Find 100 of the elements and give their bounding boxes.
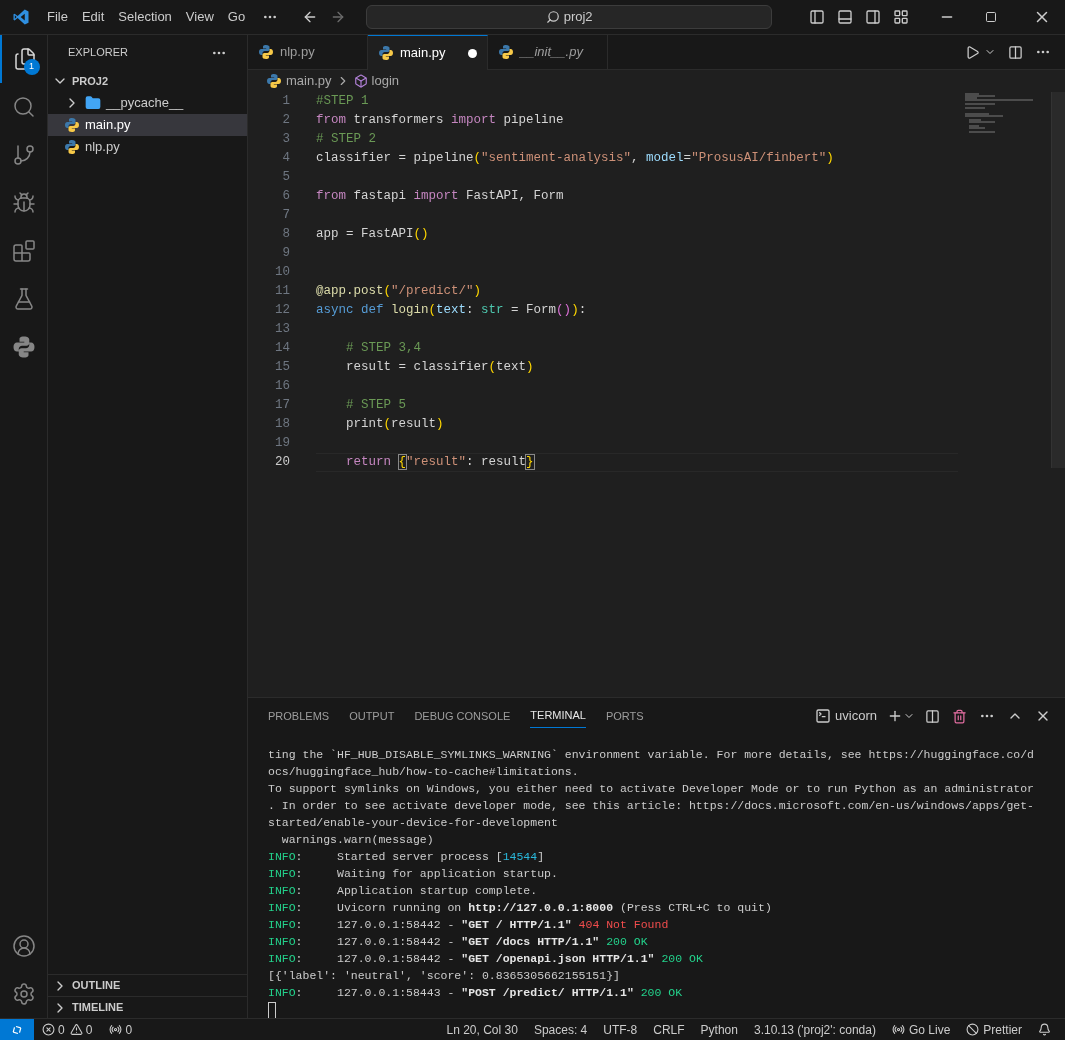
menu-item[interactable]: Go — [220, 5, 253, 29]
terminal-icon — [815, 708, 832, 724]
menu-item[interactable]: File — [40, 5, 75, 29]
code-line: from transformers import pipeline — [316, 112, 564, 130]
terminal-line: INFO: 127.0.0.1:58442 - "GET / HTTP/1.1" 404 Not Found — [268, 917, 670, 933]
panel-tab[interactable]: PORTS — [605, 704, 644, 728]
terminal-line: INFO: Application startup complete. — [268, 883, 539, 899]
account-icon[interactable] — [11, 934, 36, 958]
status-item[interactable]: Python — [700, 1020, 738, 1039]
terminal-line: ting the `HF_HUB_DISABLE_SYMLINKS_WARNING` environment variable. For more details, see https://huggingface.co/d — [268, 747, 1036, 763]
sidebar-title: EXPLORER — [68, 45, 128, 61]
maximize-icon[interactable] — [985, 11, 997, 23]
line-number: 1 — [281, 93, 290, 111]
menu-item[interactable]: View — [178, 5, 221, 29]
source-control-icon — [11, 143, 36, 167]
line-number: 11 — [274, 283, 290, 301]
project-header[interactable]: PROJ2 — [48, 70, 247, 92]
line-number: 17 — [274, 397, 290, 415]
menu-item[interactable]: Selection — [111, 5, 179, 29]
terminal-line: INFO: Started server process [14544] — [268, 849, 546, 865]
remote-button[interactable] — [0, 1019, 34, 1040]
terminal-line: [{'label': 'neutral', 'score': 0.8365305662155151}] — [268, 968, 621, 984]
new-terminal-icon[interactable] — [887, 708, 903, 724]
breadcrumb-item[interactable]: login — [371, 71, 399, 91]
line-number: 9 — [281, 245, 290, 263]
toggle-panel-icon[interactable] — [837, 9, 853, 25]
terminal-name[interactable]: uvicorn — [835, 706, 877, 726]
explorer-icon — [12, 47, 37, 71]
code-line: print(result) — [345, 416, 444, 434]
line-number: 7 — [281, 207, 290, 225]
line-number: 6 — [281, 188, 290, 206]
app-logo-icon — [12, 8, 30, 26]
code-line: return {"result": result} — [345, 454, 534, 472]
notifications-icon[interactable] — [1038, 1023, 1051, 1036]
folder-icon — [85, 95, 101, 111]
line-number: 16 — [274, 378, 290, 396]
menu-item[interactable]: Edit — [74, 5, 112, 29]
code-line: result = classifier(text) — [345, 359, 534, 377]
line-number: 18 — [274, 416, 290, 434]
error-count[interactable]: 0 — [58, 1020, 65, 1039]
python-file-icon — [64, 139, 80, 155]
line-number: 3 — [281, 131, 290, 149]
code-line: async def login(text: str = Form()): — [316, 302, 587, 320]
editor-tab[interactable]: __init__.py — [488, 35, 608, 70]
python-file-icon — [266, 73, 282, 89]
customize-layout-icon[interactable] — [893, 9, 909, 25]
python-file-icon — [258, 44, 274, 60]
command-center-search[interactable]: proj2 — [366, 5, 773, 29]
terminal-line: started/enable-your-device-for-development — [268, 815, 559, 831]
editor-tab[interactable]: main.py — [368, 35, 488, 70]
file-tree-item[interactable]: main.py — [48, 114, 247, 136]
toggle-secondary-sidebar-icon[interactable] — [865, 9, 881, 25]
error-icon — [42, 1023, 55, 1036]
warning-count[interactable]: 0 — [85, 1020, 93, 1039]
status-item[interactable]: Go Live — [891, 1020, 951, 1039]
code-line: # STEP 5 — [345, 397, 406, 415]
line-number: 12 — [274, 302, 290, 320]
broadcast-icon — [891, 1023, 905, 1036]
split-terminal-icon[interactable] — [925, 708, 940, 724]
blocked-icon — [966, 1023, 980, 1036]
code-line: #STEP 1 — [316, 93, 369, 111]
terminal-line: warnings.warn(message) — [280, 832, 435, 848]
breadcrumb-item[interactable]: main.py — [286, 71, 332, 91]
line-number: 5 — [281, 169, 290, 187]
notification-badge: 1 — [23, 59, 40, 75]
search-icon — [11, 95, 36, 119]
line-number: 10 — [274, 264, 290, 282]
code-line: from fastapi import FastAPI, Form — [316, 188, 564, 206]
split-editor-icon[interactable] — [1008, 44, 1023, 60]
file-tree-item[interactable]: nlp.py — [48, 136, 247, 158]
ports-count[interactable]: 0 — [125, 1020, 133, 1039]
code-line: app = FastAPI() — [316, 226, 429, 244]
code-line: # STEP 3,4 — [345, 340, 422, 358]
method-icon — [353, 74, 368, 88]
terminal-line: . In order to see activate developer mode, see this article: https://docs.microsoft.com/en-us/windows/apps/get- — [268, 798, 1036, 814]
file-tree-item[interactable]: __pycache__ — [48, 92, 247, 114]
toggle-sidebar-icon[interactable] — [809, 9, 825, 25]
python-logo-icon — [11, 335, 36, 359]
search-icon — [545, 10, 560, 24]
status-item[interactable]: Spaces: 4 — [533, 1020, 588, 1039]
panel-tab[interactable]: DEBUG CONSOLE — [414, 704, 511, 728]
sidebar-section-header[interactable]: OUTLINE — [48, 974, 247, 996]
terminal-line: To support symlinks on Windows, you either need to activate Developer Mode or to run Python as an administrator — [268, 781, 1036, 797]
panel-tab[interactable]: OUTPUT — [349, 704, 395, 728]
line-number: 4 — [281, 150, 290, 168]
terminal-line: ocs/huggingface_hub/how-to-cache#limitations. — [268, 764, 580, 780]
panel-tab[interactable]: PROBLEMS — [268, 704, 330, 728]
status-item[interactable]: CRLF — [653, 1020, 685, 1039]
status-item[interactable]: Ln 20, Col 30 — [446, 1020, 518, 1039]
terminal-line: INFO: 127.0.0.1:58442 - "GET /openapi.json HTTP/1.1" 200 OK — [268, 951, 704, 967]
line-number: 20 — [274, 454, 290, 472]
extensions-icon — [11, 239, 36, 263]
terminal-line: INFO: 127.0.0.1:58443 - "POST /predict/ HTTP/1.1" 200 OK — [268, 985, 684, 1001]
trash-icon[interactable] — [952, 708, 967, 724]
status-item[interactable]: 3.10.13 ('proj2': conda) — [753, 1020, 876, 1039]
settings-icon[interactable] — [11, 982, 36, 1006]
line-number: 8 — [281, 226, 290, 244]
panel-tab[interactable]: TERMINAL — [530, 704, 586, 728]
status-item[interactable]: Prettier — [966, 1020, 1022, 1039]
status-item[interactable]: UTF-8 — [603, 1020, 638, 1039]
